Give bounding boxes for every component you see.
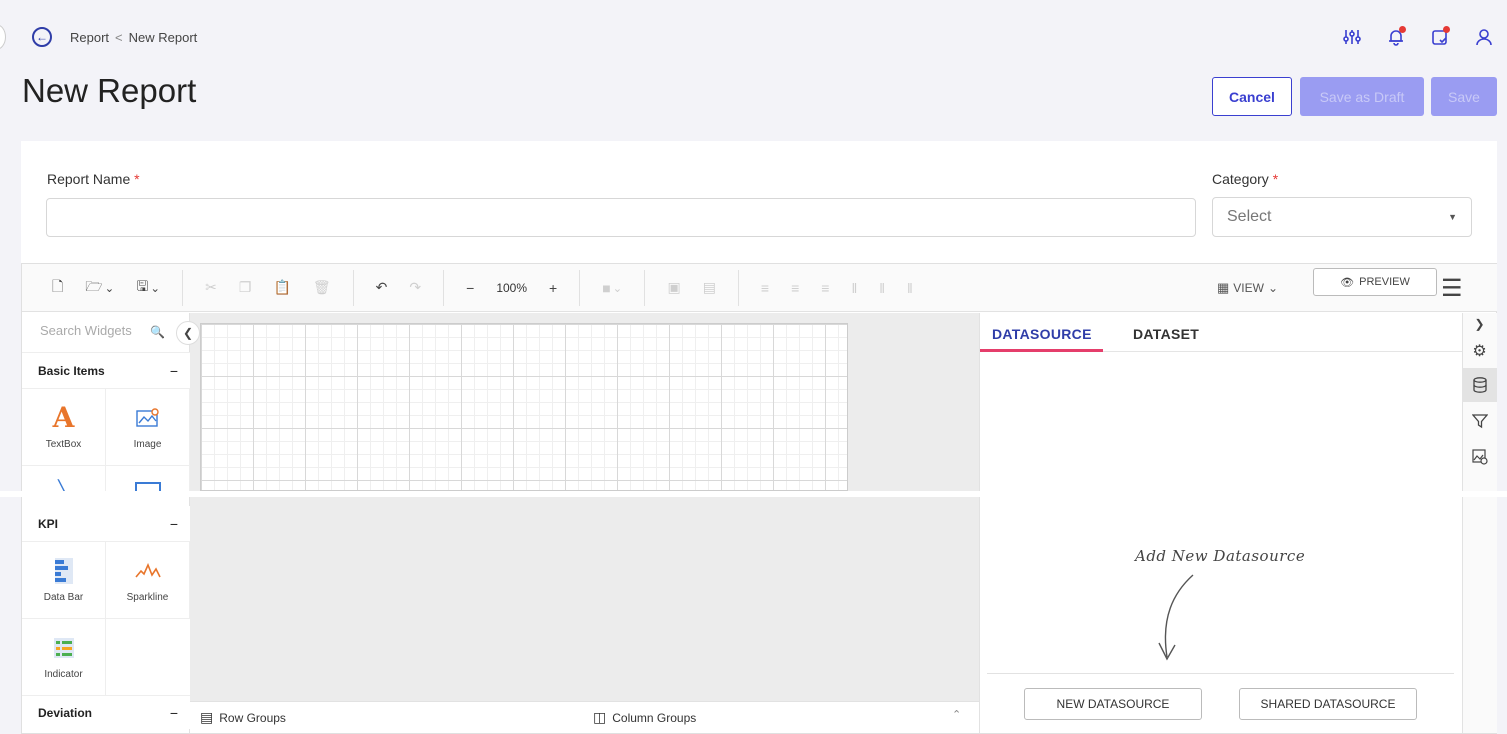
widget-indicator[interactable]: Indicator	[22, 619, 106, 696]
tab-dataset[interactable]: DATASET	[1133, 326, 1199, 342]
widget-textbox[interactable]: A TextBox	[22, 389, 106, 466]
widget-line[interactable]: ╲	[22, 466, 106, 493]
user-icon[interactable]	[1473, 26, 1495, 48]
cancel-button[interactable]: Cancel	[1212, 77, 1292, 116]
section-header-deviation[interactable]: Deviation −	[22, 696, 190, 729]
calendar-check-icon[interactable]	[1429, 26, 1451, 48]
view-label: VIEW	[1233, 281, 1264, 295]
align-left-icon[interactable]: ≡	[761, 280, 769, 296]
bring-front-icon[interactable]: ▣	[667, 279, 680, 296]
save-disk-icon[interactable]: 🖫 ⌄	[136, 276, 160, 300]
widget-data-bar[interactable]: Data Bar	[22, 542, 106, 619]
align-right-icon[interactable]: ≡	[821, 280, 829, 296]
chevron-down-icon: ▼	[1448, 212, 1457, 222]
widget-sparkline[interactable]: Sparkline	[106, 542, 190, 619]
page-title: New Report	[22, 72, 197, 109]
align-bottom-icon[interactable]: ‖	[907, 280, 913, 296]
widget-rectangle[interactable]	[106, 466, 190, 493]
save-as-draft-button[interactable]: Save as Draft	[1300, 77, 1424, 116]
expand-panel-icon[interactable]: ❯	[1462, 313, 1497, 335]
report-name-input[interactable]	[46, 198, 1196, 237]
window-edge	[0, 24, 6, 50]
column-groups-toggle[interactable]: ◫ Column Groups	[593, 709, 696, 726]
column-groups-icon: ◫	[593, 709, 607, 725]
filter-icon[interactable]	[1462, 404, 1497, 438]
row-groups-toggle[interactable]: ▤ Row Groups	[200, 709, 286, 726]
category-label: Category *	[1212, 171, 1279, 187]
database-icon[interactable]	[1462, 368, 1497, 402]
send-back-icon[interactable]: ▤	[703, 279, 716, 296]
calendar-dot	[1443, 26, 1450, 33]
datasource-panel	[979, 313, 1462, 733]
row-groups-icon: ▤	[200, 709, 214, 725]
copy-icon[interactable]: ❐	[239, 279, 252, 296]
collapse-section-icon[interactable]: −	[170, 516, 178, 532]
align-top-icon[interactable]: ‖	[851, 280, 857, 296]
breadcrumb: Report < New Report	[70, 30, 197, 45]
image-settings-icon[interactable]	[1462, 440, 1497, 474]
section-header-kpi[interactable]: KPI −	[22, 506, 190, 542]
fill-color-icon[interactable]: ■ ⌄	[602, 280, 622, 296]
section-header-basic-items[interactable]: Basic Items −	[22, 353, 190, 389]
image-icon	[135, 405, 160, 431]
report-name-label: Report Name *	[47, 171, 140, 187]
header-icon-bar	[1341, 26, 1495, 48]
textbox-icon: A	[52, 401, 75, 434]
breadcrumb-parent[interactable]: Report	[70, 30, 109, 45]
chevron-down-icon: ⌄	[1267, 281, 1279, 295]
design-canvas-lower	[190, 497, 979, 701]
active-tab-indicator	[980, 349, 1103, 352]
undo-icon[interactable]: ↶	[376, 279, 388, 296]
indicator-icon	[53, 635, 74, 661]
breadcrumb-separator: <	[115, 30, 123, 45]
preview-label: PREVIEW	[1359, 276, 1410, 288]
zoom-level[interactable]: 100%	[496, 281, 527, 295]
view-grid-icon: ▦	[1217, 280, 1230, 295]
collapse-section-icon[interactable]: −	[170, 363, 178, 379]
grouping-bar	[190, 701, 979, 733]
paste-icon[interactable]: 📋	[273, 279, 290, 296]
align-center-icon[interactable]: ≡	[791, 280, 799, 296]
notification-bell-icon[interactable]	[1385, 26, 1407, 48]
category-select[interactable]: Select ▼	[1212, 197, 1472, 237]
zoom-out-button[interactable]: −	[466, 280, 474, 296]
hamburger-menu-icon[interactable]: ☰	[1441, 274, 1463, 303]
report-design-surface[interactable]	[200, 323, 848, 491]
new-file-icon[interactable]: 🗋	[52, 276, 63, 300]
save-button[interactable]: Save	[1431, 77, 1497, 116]
expand-groups-icon[interactable]: ⌃	[952, 708, 961, 721]
breadcrumb-current: New Report	[128, 30, 198, 45]
curved-arrow-icon	[1153, 573, 1199, 668]
eye-icon: 👁	[1340, 276, 1355, 289]
tab-datasource[interactable]: DATASOURCE	[992, 326, 1092, 342]
view-dropdown[interactable]: ▦ VIEW ⌄	[1217, 280, 1278, 296]
databar-icon	[54, 557, 73, 584]
collapse-sidebar-button[interactable]: ❮	[176, 321, 200, 345]
sparkline-icon	[134, 558, 161, 584]
back-arrow-icon[interactable]: ←	[32, 27, 52, 47]
redo-icon[interactable]: ↷	[409, 279, 421, 296]
align-middle-icon[interactable]: ‖	[879, 280, 885, 296]
search-icon[interactable]: 🔍	[150, 325, 165, 339]
kpi-section: KPI − Data Bar Sparkline Indicator Devia…	[22, 506, 190, 729]
preview-button[interactable]: 👁 PREVIEW	[1313, 268, 1437, 296]
add-datasource-hint: Add New Datasource	[1135, 547, 1306, 565]
basic-items-section: Basic Items − A TextBox Image ╲	[22, 353, 190, 493]
shared-datasource-button[interactable]: SHARED DATASOURCE	[1239, 688, 1417, 720]
settings-sliders-icon[interactable]	[1341, 26, 1363, 48]
widget-empty-slot	[106, 619, 190, 696]
open-folder-icon[interactable]: 🗁 ⌄	[85, 276, 114, 300]
zoom-in-button[interactable]: +	[549, 280, 557, 296]
category-select-value: Select	[1227, 208, 1272, 225]
settings-gear-icon[interactable]: ⚙	[1462, 334, 1497, 368]
new-datasource-button[interactable]: NEW DATASOURCE	[1024, 688, 1202, 720]
notification-dot	[1399, 26, 1406, 33]
cut-icon[interactable]: ✂	[205, 279, 217, 296]
delete-icon[interactable]: 🗑	[313, 279, 331, 296]
collapse-section-icon[interactable]: −	[170, 705, 178, 721]
widget-image[interactable]: Image	[106, 389, 190, 466]
